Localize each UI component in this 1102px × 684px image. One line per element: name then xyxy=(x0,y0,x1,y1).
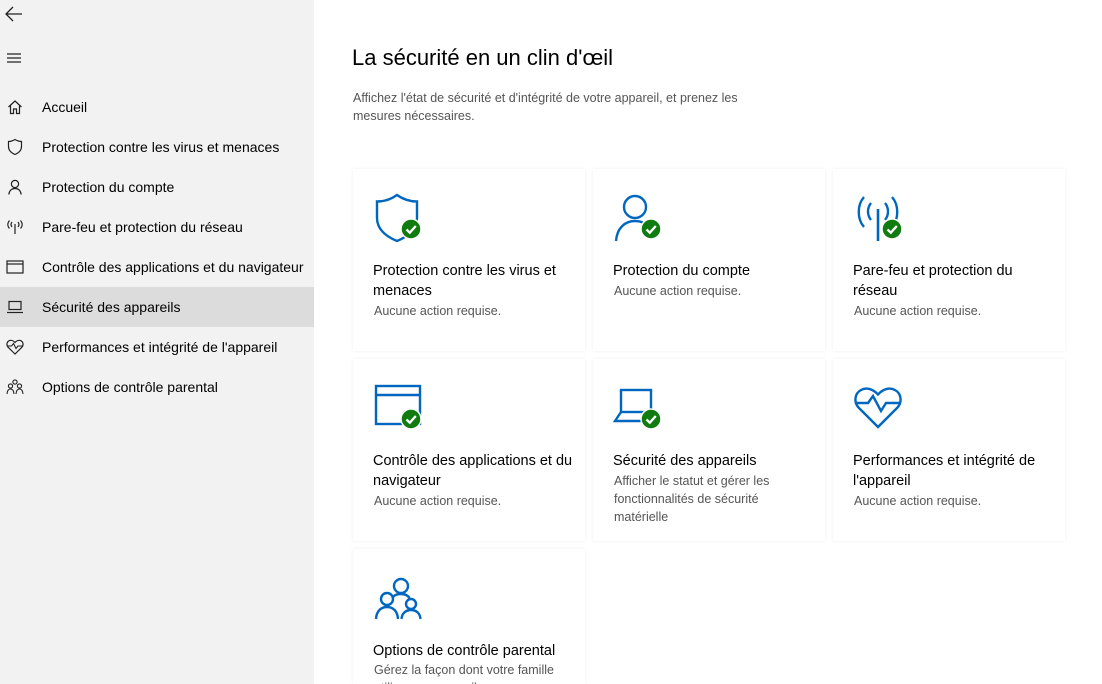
shield-check-icon xyxy=(373,191,427,247)
sidebar-item-label: Protection du compte xyxy=(42,179,175,195)
person-icon xyxy=(5,177,25,197)
sidebar-item-accueil[interactable]: Accueil xyxy=(0,87,314,127)
family-icon xyxy=(5,377,25,397)
sidebar: Accueil Protection contre les virus et m… xyxy=(0,0,314,684)
sidebar-item-label: Contrôle des applications et du navigate… xyxy=(42,259,304,275)
sidebar-item-firewall[interactable]: Pare-feu et protection du réseau xyxy=(0,207,314,247)
tile-title: Pare-feu et protection du réseau xyxy=(853,263,1013,299)
tile-title: Sécurité des appareils xyxy=(613,453,757,469)
tile-status: Afficher le statut et gérer les fonction… xyxy=(614,474,770,524)
tile-device-security[interactable]: Sécurité des appareils Afficher le statu… xyxy=(593,359,825,541)
shield-icon xyxy=(5,137,25,157)
sidebar-item-label: Protection contre les virus et menaces xyxy=(42,139,280,155)
tile-title: Protection du compte xyxy=(613,263,751,279)
tile-family-options[interactable]: Options de contrôle parental Gérez la fa… xyxy=(353,549,585,684)
sidebar-item-app-browser-control[interactable]: Contrôle des applications et du navigate… xyxy=(0,247,314,287)
laptop-check-icon xyxy=(612,381,667,437)
tile-status: Aucune action requise. xyxy=(614,284,742,298)
sidebar-item-label: Pare-feu et protection du réseau xyxy=(42,219,243,235)
tile-status: Aucune action requise. xyxy=(854,494,982,508)
sidebar-item-label: Sécurité des appareils xyxy=(42,299,181,315)
heart-pulse-icon xyxy=(853,381,907,437)
family-icon xyxy=(373,571,427,627)
sidebar-item-label: Performances et intégrité de l'appareil xyxy=(42,339,278,355)
sidebar-item-device-performance[interactable]: Performances et intégrité de l'appareil xyxy=(0,327,314,367)
tile-status: Gérez la façon dont votre famille utilis… xyxy=(374,663,554,684)
back-arrow-icon[interactable] xyxy=(4,4,24,24)
tile-title: Performances et intégrité de l'appareil xyxy=(853,453,1036,489)
tile-device-performance[interactable]: Performances et intégrité de l'appareil … xyxy=(833,359,1065,541)
hamburger-menu-icon[interactable] xyxy=(4,48,24,68)
page-subtitle: Affichez l'état de sécurité et d'intégri… xyxy=(353,91,738,123)
tile-virus-protection[interactable]: Protection contre les virus et menaces A… xyxy=(353,169,585,351)
sidebar-item-virus-protection[interactable]: Protection contre les virus et menaces xyxy=(0,127,314,167)
browser-check-icon xyxy=(373,381,427,437)
sidebar-item-label: Accueil xyxy=(42,99,88,115)
tile-app-browser-control[interactable]: Contrôle des applications et du navigate… xyxy=(353,359,585,541)
tile-status: Aucune action requise. xyxy=(374,494,502,508)
antenna-icon xyxy=(5,217,25,237)
tile-firewall[interactable]: Pare-feu et protection du réseau Aucune … xyxy=(833,169,1065,351)
page-title: La sécurité en un clin d'œil xyxy=(352,45,613,70)
person-check-icon xyxy=(613,191,667,247)
sidebar-nav: Accueil Protection contre les virus et m… xyxy=(0,87,314,407)
tile-title: Contrôle des applications et du navigate… xyxy=(373,453,573,489)
tile-title: Protection contre les virus et menaces xyxy=(373,263,556,299)
tile-status: Aucune action requise. xyxy=(374,304,502,318)
sidebar-item-family-options[interactable]: Options de contrôle parental xyxy=(0,367,314,407)
tile-account-protection[interactable]: Protection du compte Aucune action requi… xyxy=(593,169,825,351)
antenna-check-icon xyxy=(853,191,907,247)
sidebar-item-device-security[interactable]: Sécurité des appareils xyxy=(0,287,314,327)
sidebar-item-account-protection[interactable]: Protection du compte xyxy=(0,167,314,207)
laptop-icon xyxy=(5,297,25,317)
tile-title: Options de contrôle parental xyxy=(373,643,556,659)
browser-window-icon xyxy=(5,257,25,277)
tile-status: Aucune action requise. xyxy=(854,304,982,318)
main-content: La sécurité en un clin d'œil Affichez l'… xyxy=(314,0,1102,684)
heart-pulse-icon xyxy=(5,337,25,357)
home-icon xyxy=(5,97,25,117)
sidebar-item-label: Options de contrôle parental xyxy=(42,379,218,395)
